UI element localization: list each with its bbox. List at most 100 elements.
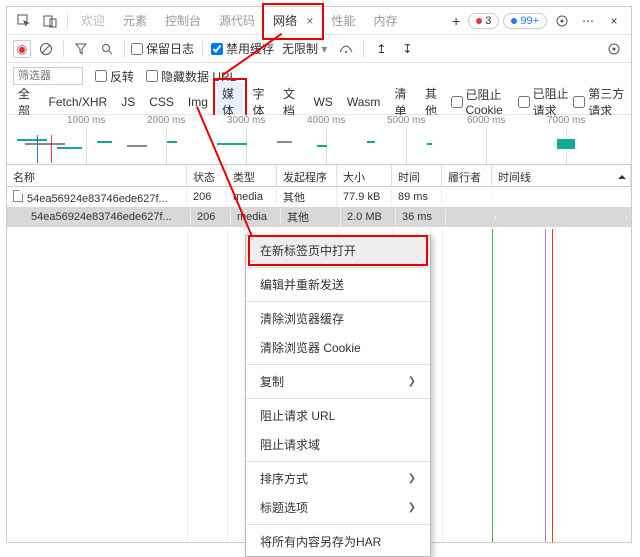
cell-fulfilled xyxy=(442,195,492,199)
chevron-right-icon: ❯ xyxy=(408,502,416,513)
file-icon xyxy=(13,190,23,202)
import-icon[interactable]: ↥ xyxy=(370,38,392,60)
ctx-edit-resend[interactable]: 编辑并重新发送 xyxy=(246,270,430,299)
cell-type: media xyxy=(227,189,277,205)
close-panel-icon[interactable]: × xyxy=(603,10,625,32)
filter-css[interactable]: CSS xyxy=(144,92,179,112)
col-waterfall[interactable]: 时间线 xyxy=(492,165,631,186)
table-row[interactable]: 54ea56924e83746ede627f... 206 media 其他 2… xyxy=(7,207,631,227)
ctx-clear-cookies[interactable]: 清除浏览器 Cookie xyxy=(246,333,430,362)
context-menu: 在新标签页中打开 编辑并重新发送 清除浏览器缓存 清除浏览器 Cookie 复制… xyxy=(245,235,431,557)
third-party-checkbox[interactable]: 第三方请求 xyxy=(573,85,625,119)
col-time[interactable]: 时间 xyxy=(392,165,442,186)
filter-icon[interactable] xyxy=(70,38,92,60)
ruler-tick: 7000 ms xyxy=(547,115,585,126)
ctx-copy[interactable]: 复制❯ xyxy=(246,367,430,396)
blocked-cookies-checkbox[interactable]: 已阻止 Cookie xyxy=(451,86,514,117)
clear-button[interactable] xyxy=(35,38,57,60)
ctx-copy-label: 复制 xyxy=(260,373,284,390)
timeline-overview[interactable]: 1000 ms 2000 ms 3000 ms 4000 ms 5000 ms … xyxy=(7,115,631,165)
throttling-label: 无限制 xyxy=(282,42,318,56)
settings2-icon[interactable] xyxy=(603,38,625,60)
error-count: 3 xyxy=(485,15,491,27)
ctx-clear-cookies-label: 清除浏览器 Cookie xyxy=(260,339,361,356)
blocked-cookies-label: 已阻止 Cookie xyxy=(466,86,514,117)
ctx-header-options[interactable]: 标题选项 ❯ xyxy=(246,493,430,522)
table-row[interactable]: 54ea56924e83746ede627f... 206 media 其他 7… xyxy=(7,187,631,207)
ctx-block-url-label: 阻止请求 URL xyxy=(260,407,335,424)
ctx-clear-cache-label: 清除浏览器缓存 xyxy=(260,310,344,327)
error-badge[interactable]: 3 xyxy=(468,13,499,29)
ruler-tick: 5000 ms xyxy=(387,115,425,126)
preserve-log-label: 保留日志 xyxy=(146,40,194,57)
third-party-label: 第三方请求 xyxy=(588,85,625,119)
disable-cache-checkbox[interactable]: 禁用缓存 xyxy=(211,40,274,57)
filter-js[interactable]: JS xyxy=(116,92,140,112)
tab-network[interactable]: 网络 × xyxy=(266,8,320,33)
inspect-icon[interactable] xyxy=(13,10,35,32)
tab-network-label: 网络 xyxy=(273,14,297,28)
ctx-sort-by-label: 排序方式 xyxy=(260,470,308,487)
col-name[interactable]: 名称 xyxy=(7,165,187,186)
throttling-select[interactable]: 无限制 ▾ xyxy=(278,39,331,58)
add-tab-button[interactable]: + xyxy=(448,13,464,29)
table-header: 名称 状态 类型 发起程序 大小 时间 履行者 时间线 xyxy=(7,165,631,187)
filter-ws[interactable]: WS xyxy=(309,92,338,112)
col-fulfilled[interactable]: 履行者 xyxy=(442,165,492,186)
cell-initiator: 其他 xyxy=(277,187,337,207)
record-button[interactable]: ◉ xyxy=(13,40,31,58)
filter-wasm[interactable]: Wasm xyxy=(342,92,386,112)
col-status[interactable]: 状态 xyxy=(187,165,227,186)
ctx-clear-cache[interactable]: 清除浏览器缓存 xyxy=(246,304,430,333)
ctx-block-domain-label: 阻止请求域 xyxy=(260,436,320,453)
invert-checkbox[interactable]: 反转 xyxy=(95,68,134,85)
tab-performance[interactable]: 性能 xyxy=(324,8,362,33)
ctx-open-new-tab[interactable]: 在新标签页中打开 xyxy=(246,236,430,265)
close-icon[interactable]: × xyxy=(306,14,313,28)
tab-welcome[interactable]: 欢迎 xyxy=(74,8,112,33)
tab-memory[interactable]: 内存 xyxy=(366,8,404,33)
cell-status: 206 xyxy=(187,189,227,205)
col-type[interactable]: 类型 xyxy=(227,165,277,186)
ctx-block-domain[interactable]: 阻止请求域 xyxy=(246,430,430,459)
ruler-tick: 3000 ms xyxy=(227,115,265,126)
ruler-tick: 1000 ms xyxy=(67,115,105,126)
cell-status: 206 xyxy=(191,209,231,225)
filter-fetchxhr[interactable]: Fetch/XHR xyxy=(44,92,113,112)
preserve-log-checkbox[interactable]: 保留日志 xyxy=(131,40,194,57)
tab-console[interactable]: 控制台 xyxy=(158,8,208,33)
cell-size: 77.9 kB xyxy=(337,189,392,205)
cell-time: 36 ms xyxy=(396,209,446,225)
info-count: 99+ xyxy=(520,15,539,27)
cell-fulfilled xyxy=(446,215,496,219)
ctx-edit-resend-label: 编辑并重新发送 xyxy=(260,276,344,293)
ruler-tick: 4000 ms xyxy=(307,115,345,126)
device-icon[interactable] xyxy=(39,10,61,32)
ctx-block-url[interactable]: 阻止请求 URL xyxy=(246,401,430,430)
ctx-open-new-tab-label: 在新标签页中打开 xyxy=(260,242,356,259)
info-badge[interactable]: 99+ xyxy=(503,13,547,29)
network-conditions-icon[interactable] xyxy=(335,38,357,60)
export-icon[interactable]: ↧ xyxy=(396,38,418,60)
col-size[interactable]: 大小 xyxy=(337,165,392,186)
filter-media-label: 媒体 xyxy=(222,87,234,118)
ctx-sort-by[interactable]: 排序方式❯ xyxy=(246,464,430,493)
search-icon[interactable] xyxy=(96,38,118,60)
cell-initiator: 其他 xyxy=(281,207,341,227)
disable-cache-label: 禁用缓存 xyxy=(226,40,274,57)
cell-name: 54ea56924e83746ede627f... xyxy=(27,193,168,205)
ctx-save-har-label: 将所有内容另存为HAR xyxy=(260,533,381,550)
tab-sources[interactable]: 源代码 xyxy=(212,8,262,33)
ruler-tick: 2000 ms xyxy=(147,115,185,126)
filter-img[interactable]: Img xyxy=(183,92,213,112)
blocked-requests-checkbox[interactable]: 已阻止请求 xyxy=(518,85,570,119)
ruler-tick: 6000 ms xyxy=(467,115,505,126)
more-icon[interactable]: ⋯ xyxy=(577,10,599,32)
settings-icon[interactable] xyxy=(551,10,573,32)
col-initiator[interactable]: 发起程序 xyxy=(277,165,337,186)
col-waterfall-label: 时间线 xyxy=(498,172,531,184)
cell-size: 2.0 MB xyxy=(341,209,396,225)
ctx-save-har[interactable]: 将所有内容另存为HAR xyxy=(246,527,430,556)
ctx-header-options-label: 标题选项 xyxy=(260,499,308,516)
tab-elements[interactable]: 元素 xyxy=(116,8,154,33)
